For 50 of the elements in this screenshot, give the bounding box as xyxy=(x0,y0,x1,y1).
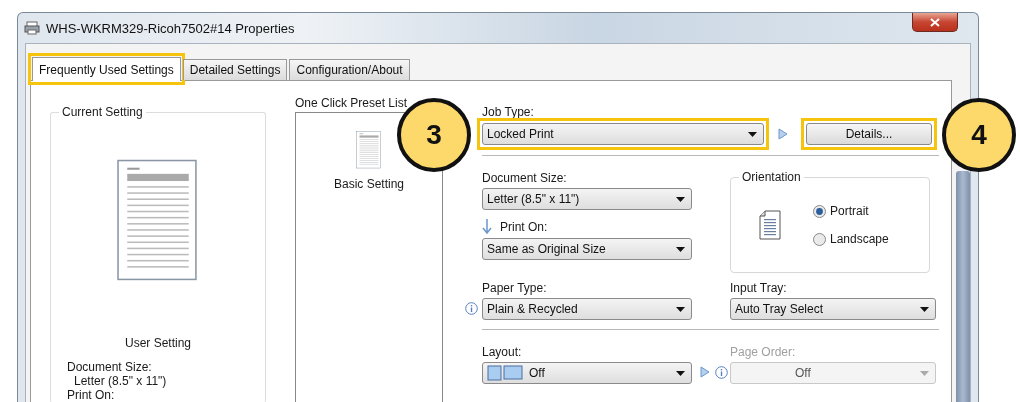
dropdown-field[interactable]: Letter (8.5" x 11") xyxy=(482,188,692,210)
tab[interactable]: Detailed Settings xyxy=(182,59,288,80)
field-label: Job Type: xyxy=(482,105,535,119)
field-label: Page Order: xyxy=(730,345,797,359)
dropdown-caret-icon xyxy=(676,246,685,252)
dropdown-caret-icon xyxy=(676,370,685,376)
page-preview-icon xyxy=(117,159,199,283)
dropdown-field[interactable]: Locked Print xyxy=(482,123,764,145)
preset-list-title: One Click Preset List xyxy=(295,96,409,110)
callout-badge: 4 xyxy=(942,98,1016,172)
document-icon xyxy=(356,131,382,169)
dropdown-caret-icon xyxy=(920,306,929,312)
info-icon xyxy=(715,366,728,379)
field-label: Paper Type: xyxy=(482,281,548,295)
play-arrow-icon xyxy=(778,128,788,140)
down-arrow-icon xyxy=(482,219,492,235)
scrollbar[interactable] xyxy=(956,171,970,402)
radio-button[interactable] xyxy=(813,232,826,246)
summary-value: Letter (8.5" x 11") xyxy=(73,374,167,388)
document-icon xyxy=(759,210,781,240)
details-button[interactable]: Details... xyxy=(806,123,932,145)
preview-caption: User Setting xyxy=(125,336,191,350)
field-label: Input Tray: xyxy=(730,281,788,295)
summary-label: Document Size: xyxy=(67,360,153,374)
dropdown-caret-icon xyxy=(920,370,929,376)
layout-icon xyxy=(487,365,523,381)
summary-label: Print On: xyxy=(67,388,116,402)
radio-option[interactable]: Portrait xyxy=(813,204,889,218)
dropdown-field[interactable]: Plain & Recycled xyxy=(482,298,692,320)
preset-item[interactable]: Basic Setting xyxy=(325,129,412,193)
radio-button[interactable] xyxy=(813,204,826,218)
dropdown-caret-icon xyxy=(676,196,685,202)
dropdown-field[interactable]: Off xyxy=(482,362,692,384)
group-title: Orientation xyxy=(739,170,804,184)
window-title: WHS-WKRM329-Ricoh7502#14 Properties xyxy=(46,20,296,36)
info-icon xyxy=(465,302,478,315)
dropdown-caret-icon xyxy=(676,306,685,312)
close-icon xyxy=(930,17,940,27)
field-label: Layout: xyxy=(482,345,523,359)
dropdown-field[interactable]: Auto Tray Select xyxy=(730,298,936,320)
radio-option[interactable]: Landscape xyxy=(813,232,889,246)
printer-icon xyxy=(24,21,40,35)
dropdown-field[interactable]: Same as Original Size xyxy=(482,238,692,260)
group-title: Current Setting xyxy=(59,105,146,119)
field-label: Print On: xyxy=(500,220,548,234)
tab[interactable]: Configuration/About xyxy=(289,59,410,80)
play-arrow-icon xyxy=(700,366,710,378)
dropdown-caret-icon xyxy=(748,131,757,137)
field-label: Document Size: xyxy=(482,171,568,185)
close-button[interactable] xyxy=(912,13,958,32)
